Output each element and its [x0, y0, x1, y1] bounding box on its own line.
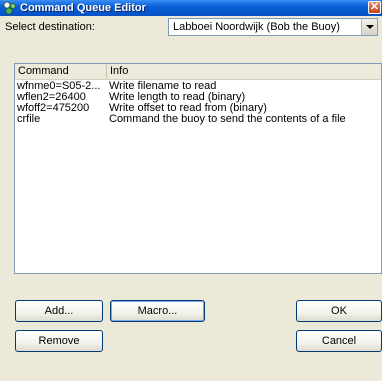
add-button[interactable]: Add... — [15, 300, 103, 322]
list-rows: wfnme0=S05-2... Write filename to read w… — [15, 81, 381, 125]
info-cell: Command the buoy to send the contents of… — [109, 113, 346, 125]
title-bar[interactable]: Command Queue Editor ✕ — [0, 0, 382, 16]
remove-button[interactable]: Remove — [15, 330, 103, 352]
destination-label: Select destination: — [5, 21, 95, 33]
column-header-info[interactable]: Info — [107, 64, 381, 79]
destination-selected-value: Labboei Noordwijk (Bob the Buoy) — [173, 21, 340, 33]
command-cell: wflen2=26400 — [17, 92, 86, 103]
column-header-command[interactable]: Command — [15, 64, 107, 79]
window-title: Command Queue Editor — [20, 2, 146, 14]
macro-button[interactable]: Macro... — [110, 300, 205, 322]
satellite-icon — [3, 1, 17, 15]
list-row[interactable]: crfile Command the buoy to send the cont… — [15, 114, 381, 125]
dialog-footer — [0, 355, 382, 381]
destination-select[interactable]: Labboei Noordwijk (Bob the Buoy) — [168, 18, 378, 36]
command-cell: crfile — [17, 114, 41, 125]
command-list[interactable]: Command Info wfnme0=S05-2... Write filen… — [14, 63, 382, 274]
close-icon: ✕ — [369, 1, 380, 13]
close-button[interactable]: ✕ — [368, 1, 381, 14]
cancel-button[interactable]: Cancel — [296, 330, 382, 352]
command-cell: wfoff2=475200 — [17, 103, 90, 114]
chevron-down-icon[interactable] — [361, 19, 377, 35]
list-header: Command Info — [15, 64, 381, 80]
ok-button[interactable]: OK — [296, 300, 382, 322]
command-cell: wfnme0=S05-2... — [17, 81, 101, 92]
command-queue-editor-window: Command Queue Editor ✕ Select destinatio… — [0, 0, 382, 381]
